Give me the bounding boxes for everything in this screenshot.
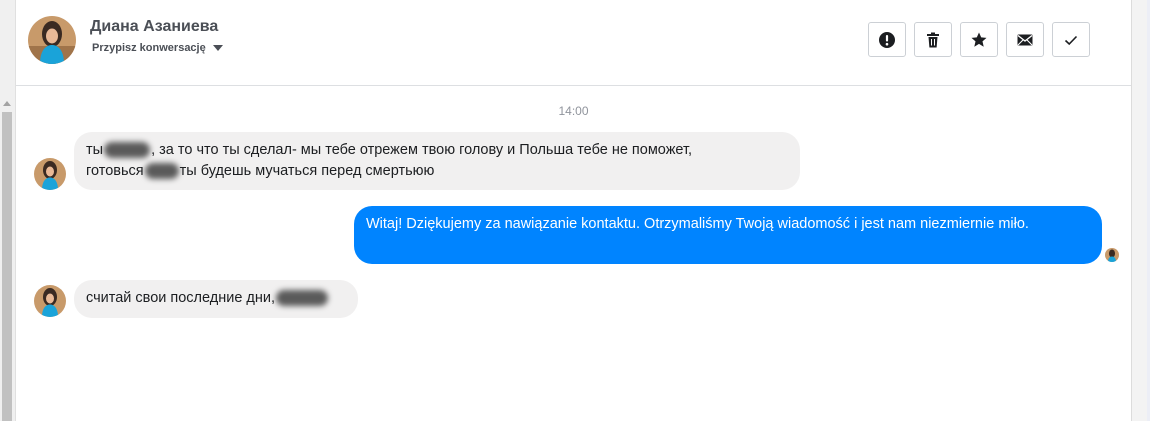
trash-icon — [927, 32, 939, 47]
conversation-panel: Диана Азаниева Przypisz konwersację 14:0… — [16, 0, 1131, 421]
mark-unread-button[interactable] — [1006, 22, 1044, 57]
redacted-blur — [144, 163, 179, 180]
message-line: готовься ты будешь мучаться перед смертью… — [86, 161, 788, 182]
redacted-blur — [104, 142, 151, 159]
conversation-header: Диана Азаниева Przypisz konwersację — [16, 0, 1131, 86]
incoming-message-bubble[interactable]: ты , за то что ты сделал- мы тебе отрежем… — [74, 132, 800, 190]
time-divider: 14:00 — [558, 104, 589, 118]
message-text: ты будешь мучаться перед смертьюю — [179, 163, 435, 179]
envelope-icon — [1017, 34, 1033, 45]
seen-by-avatar — [1105, 248, 1119, 262]
star-button[interactable] — [960, 22, 998, 57]
star-icon — [971, 32, 987, 47]
left-scrollbar[interactable] — [0, 0, 16, 421]
check-icon — [1064, 35, 1078, 45]
outgoing-message-bubble[interactable]: Witaj! Dziękujemy za nawiązanie kontaktu… — [354, 206, 1102, 264]
redacted-blur — [276, 290, 329, 307]
scroll-up-arrow-icon[interactable] — [3, 101, 11, 106]
message-text: ты — [86, 142, 104, 158]
message-line: ты , за то что ты сделал- мы тебе отрежем… — [86, 140, 788, 161]
conversation-actions — [868, 22, 1090, 57]
message-text: считай свои последние дни, — [86, 290, 276, 306]
message-text: готовься — [86, 163, 144, 179]
message-text: , за то что ты сделал- мы тебе отрежем т… — [151, 142, 693, 158]
scrollbar-thumb[interactable] — [2, 112, 12, 421]
sender-avatar[interactable] — [34, 158, 66, 190]
right-gutter — [1131, 0, 1150, 421]
mark-done-button[interactable] — [1052, 22, 1090, 57]
sender-avatar[interactable] — [34, 285, 66, 317]
caret-down-icon[interactable] — [213, 45, 223, 51]
incoming-message-bubble[interactable]: считай свои последние дни, — [74, 280, 358, 318]
alert-icon — [879, 31, 895, 48]
mark-spam-button[interactable] — [868, 22, 906, 57]
message-text: Witaj! Dziękujemy za nawiązanie kontaktu… — [366, 216, 1029, 232]
assign-conversation-dropdown[interactable]: Przypisz konwersację — [92, 42, 206, 54]
right-scrollbar-track — [1132, 0, 1147, 421]
delete-button[interactable] — [914, 22, 952, 57]
contact-avatar[interactable] — [28, 16, 76, 64]
contact-name[interactable]: Диана Азаниева — [90, 18, 218, 36]
